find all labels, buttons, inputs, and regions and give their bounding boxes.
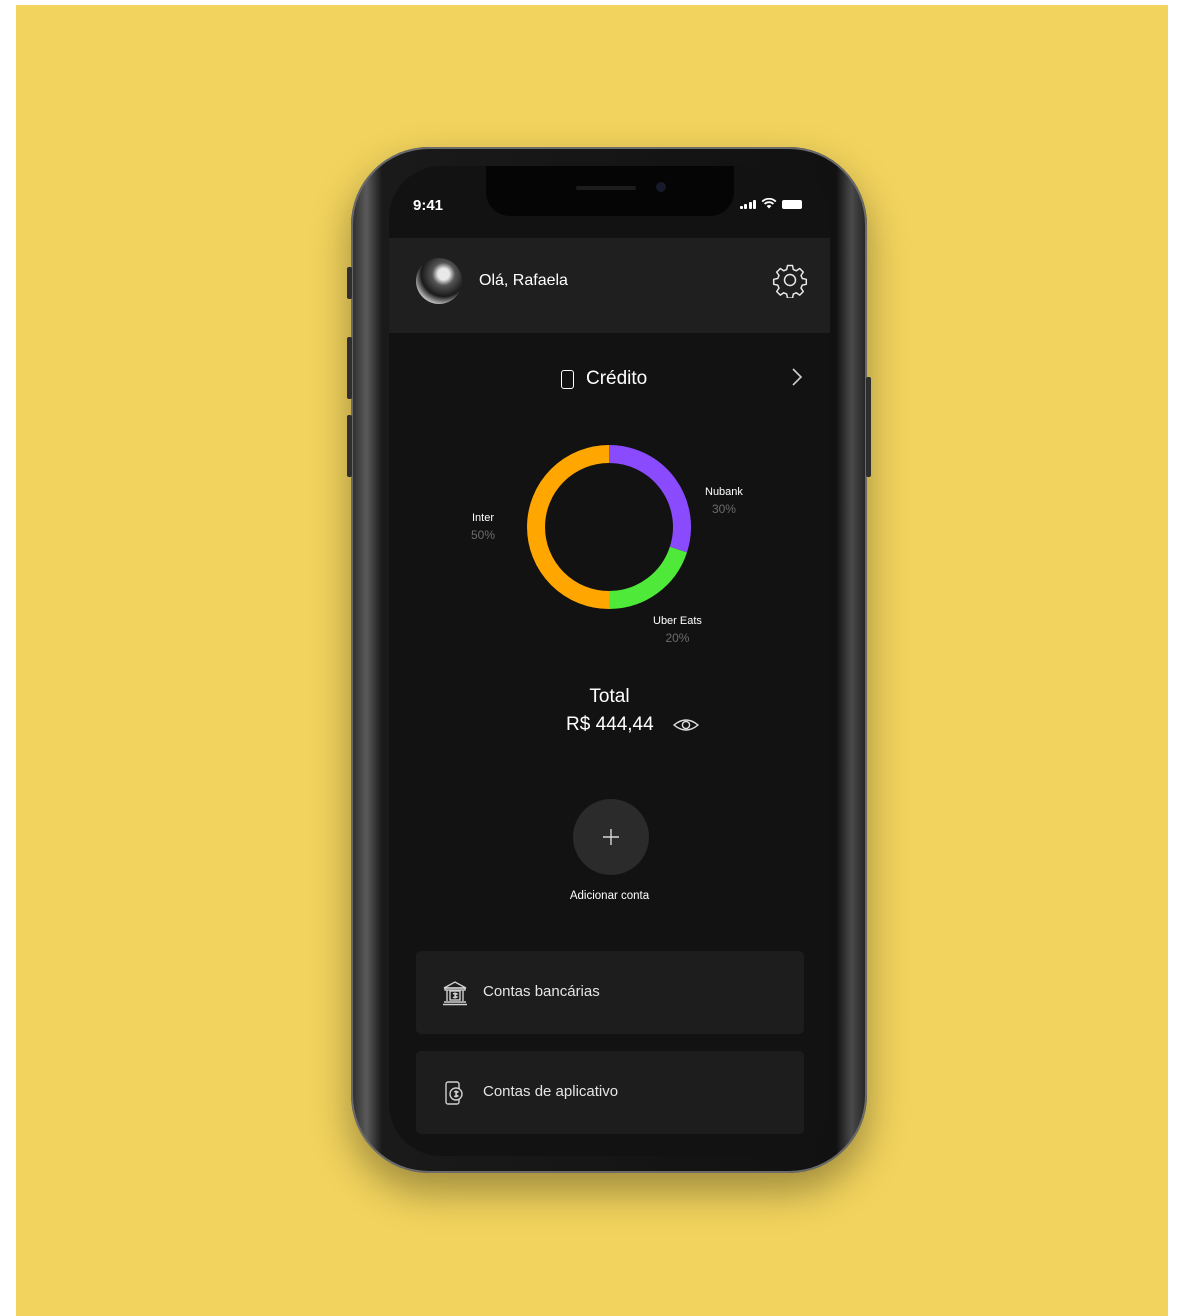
credit-label: Crédito [586, 368, 648, 389]
speaker [576, 186, 636, 190]
status-icons [739, 198, 802, 209]
legend-uber-eats-name: Uber Eats [653, 615, 702, 627]
menu-app-accounts-label: Contas de aplicativo [483, 1083, 619, 1100]
menu-bank-accounts-label: Contas bancárias [483, 983, 600, 1000]
wifi-icon [761, 198, 777, 209]
legend-uber-eats-pct: 20% [665, 631, 690, 645]
front-camera [656, 182, 666, 192]
chevron-right-icon[interactable] [790, 366, 804, 388]
app-header: Olá, Rafaela [389, 238, 830, 333]
volume-up-button [347, 337, 352, 399]
phone-screen: 9:41 Olá, Rafaela Crédito Inter 50% Nuba… [389, 166, 830, 1156]
signal-icon [739, 200, 756, 209]
legend-inter-name: Inter [472, 512, 495, 524]
gear-icon[interactable] [772, 262, 808, 298]
greeting: Olá, Rafaela [479, 272, 568, 289]
legend-nubank: Nubank 30% [705, 486, 743, 516]
plus-icon [603, 829, 619, 845]
add-account-label: Adicionar conta [569, 890, 650, 902]
phone-card-icon [561, 370, 574, 389]
donut-segment-inter [527, 445, 610, 609]
donut-chart [527, 445, 691, 609]
power-button [866, 377, 871, 477]
eye-icon[interactable] [672, 715, 700, 735]
donut-segment-nubank [608, 445, 691, 553]
total-value: R$ 444,44 [566, 714, 654, 735]
legend-inter-pct: 50% [471, 528, 496, 542]
legend-uber-eats: Uber Eats 20% [653, 615, 702, 645]
bank-icon [443, 981, 467, 1006]
battery-icon [782, 200, 802, 209]
total-title: Total [589, 686, 630, 707]
menu-app-accounts[interactable]: Contas de aplicativo [416, 1051, 804, 1134]
notch [486, 166, 734, 216]
credit-selector[interactable]: Crédito [389, 362, 830, 402]
volume-down-button [347, 415, 352, 477]
mute-switch [347, 267, 352, 299]
status-time: 9:41 [413, 197, 444, 214]
avatar[interactable] [416, 258, 462, 304]
legend-inter: Inter 50% [471, 512, 495, 542]
add-account-button[interactable] [573, 799, 649, 875]
donut-segment-uber-eats [608, 546, 687, 609]
legend-nubank-pct: 30% [711, 502, 736, 516]
menu-bank-accounts[interactable]: Contas bancárias [416, 951, 804, 1034]
app-account-icon [445, 1081, 463, 1105]
legend-nubank-name: Nubank [705, 486, 743, 498]
